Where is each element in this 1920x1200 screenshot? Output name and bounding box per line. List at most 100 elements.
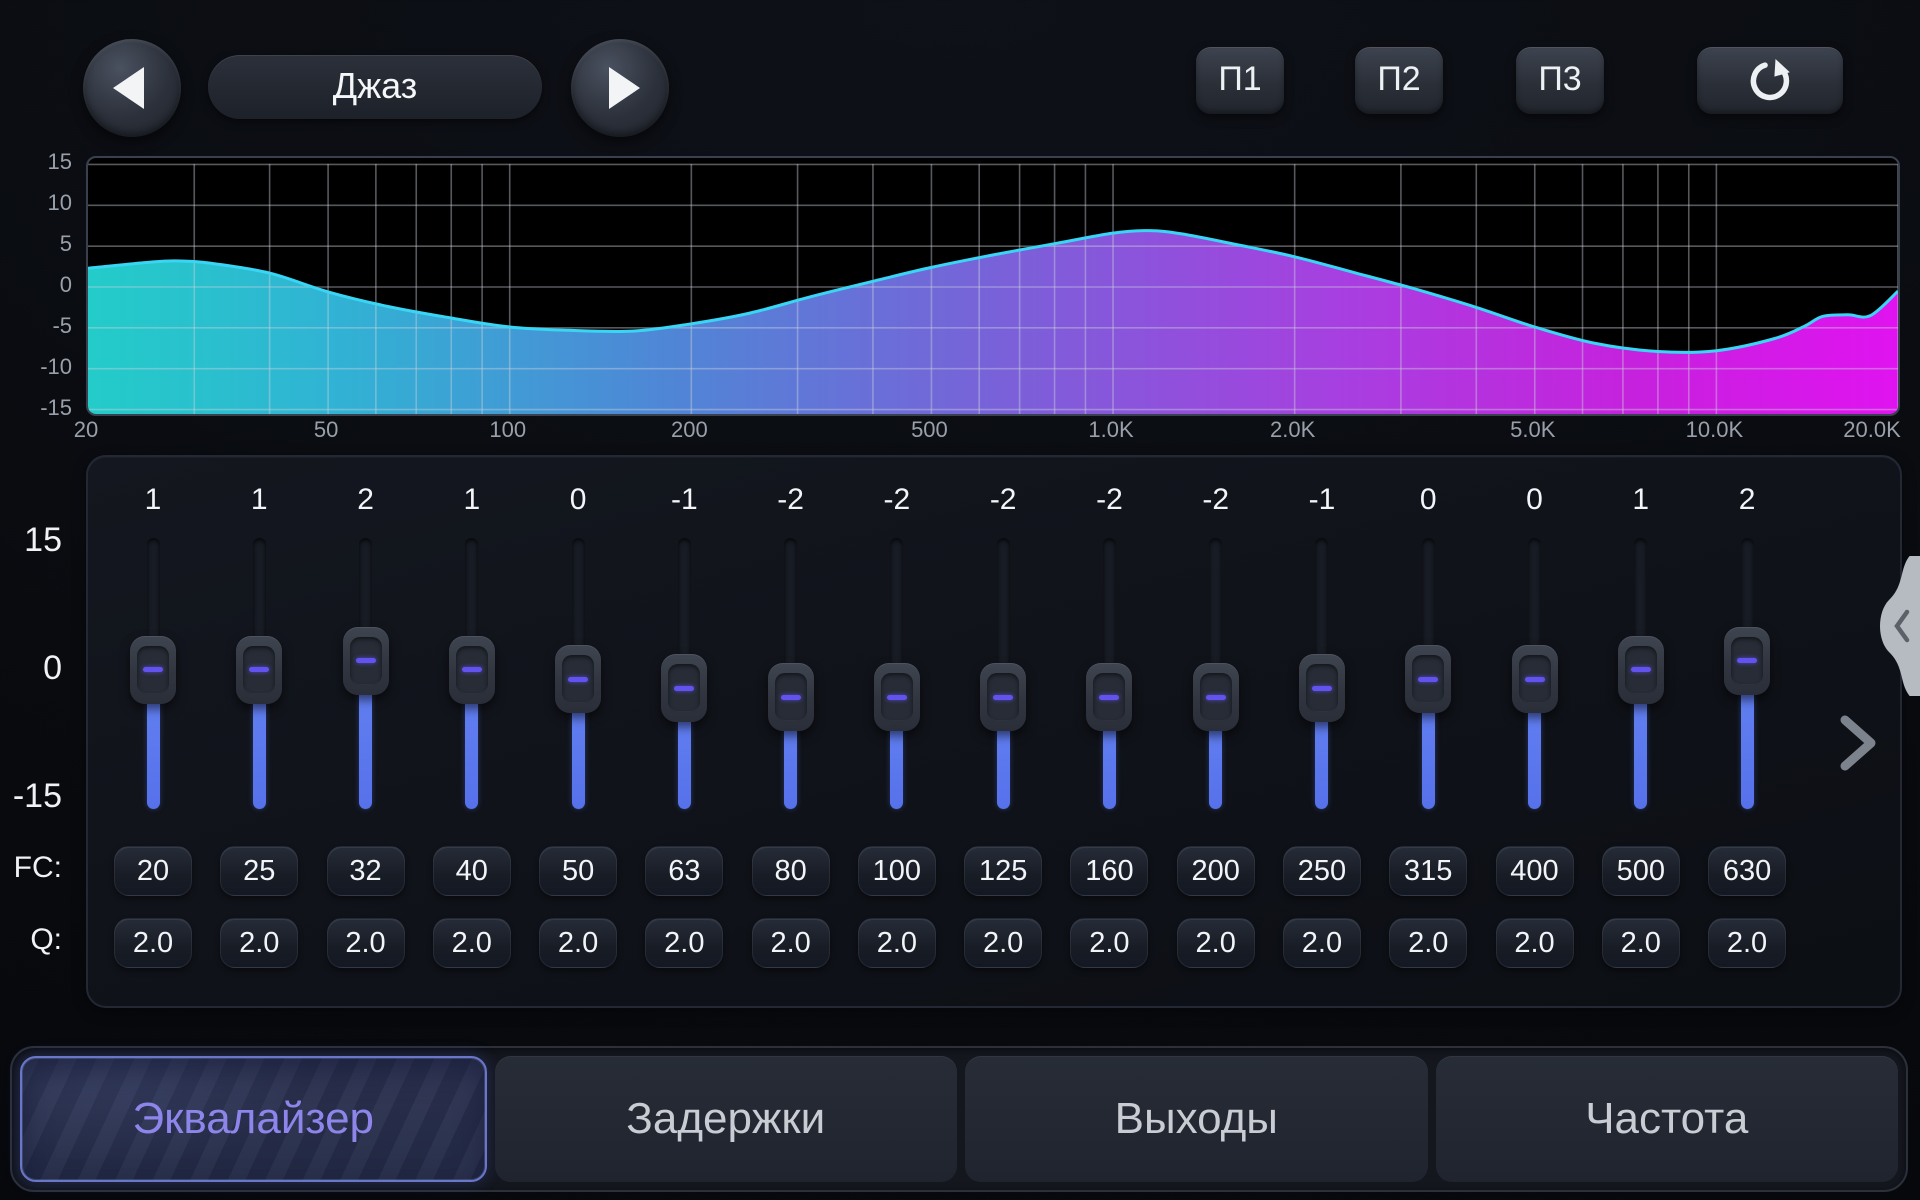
band-fc-chip[interactable]: 32 bbox=[327, 846, 405, 896]
band-slider-handle[interactable] bbox=[1405, 645, 1451, 713]
tab-delays[interactable]: Задержки bbox=[495, 1056, 958, 1182]
band-fc-chip[interactable]: 630 bbox=[1708, 846, 1786, 896]
graph-x-tick-label: 500 bbox=[869, 417, 989, 443]
band-q-chip[interactable]: 2.0 bbox=[327, 918, 405, 968]
preset-next-button[interactable] bbox=[571, 39, 669, 137]
band-slider-handle-inner bbox=[1731, 637, 1763, 685]
band-slider-handle-inner bbox=[456, 646, 488, 694]
tab-equalizer[interactable]: Эквалайзер bbox=[20, 1056, 487, 1182]
band-slider-handle-dash-icon bbox=[1206, 695, 1226, 700]
band-slider-handle-dash-icon bbox=[1099, 695, 1119, 700]
arrow-left-icon bbox=[113, 67, 144, 109]
eq-curve-chart bbox=[88, 158, 1898, 414]
memory-button-p3[interactable]: П3 bbox=[1516, 47, 1604, 114]
slider-scale-max: 15 bbox=[0, 521, 62, 560]
reset-button[interactable] bbox=[1697, 47, 1843, 114]
band-q-chip[interactable]: 2.0 bbox=[752, 918, 830, 968]
band-slider-handle-inner bbox=[1625, 646, 1657, 694]
band-fc-chip[interactable]: 100 bbox=[858, 846, 936, 896]
preset-prev-button[interactable] bbox=[83, 39, 181, 137]
band-q-chip[interactable]: 2.0 bbox=[433, 918, 511, 968]
band-slider-handle-dash-icon bbox=[1525, 677, 1545, 682]
band-fc-chip[interactable]: 50 bbox=[539, 846, 617, 896]
band-slider-handle[interactable] bbox=[449, 636, 495, 704]
band-q-chip[interactable]: 2.0 bbox=[964, 918, 1042, 968]
band-slider-handle[interactable] bbox=[1724, 627, 1770, 695]
band-fc-chip[interactable]: 63 bbox=[645, 846, 723, 896]
eq-band: 1 500 2.0 bbox=[1593, 457, 1689, 1006]
band-slider-handle[interactable] bbox=[874, 663, 920, 731]
band-gain-value: 0 bbox=[1380, 483, 1476, 517]
band-fc-chip[interactable]: 20 bbox=[114, 846, 192, 896]
band-slider-handle-dash-icon bbox=[781, 695, 801, 700]
band-fc-chip[interactable]: 160 bbox=[1070, 846, 1148, 896]
band-slider-handle-inner bbox=[1412, 655, 1444, 703]
band-slider-handle[interactable] bbox=[1086, 663, 1132, 731]
graph-y-tick-label: -10 bbox=[8, 354, 72, 380]
next-bands-page-button[interactable] bbox=[1828, 710, 1886, 776]
band-slider-handle-dash-icon bbox=[1418, 677, 1438, 682]
band-fc-chip[interactable]: 25 bbox=[220, 846, 298, 896]
tab-frequency[interactable]: Частота bbox=[1436, 1056, 1899, 1182]
memory-button-p1[interactable]: П1 bbox=[1196, 47, 1284, 114]
band-q-chip[interactable]: 2.0 bbox=[1389, 918, 1467, 968]
band-slider-handle-dash-icon bbox=[1737, 658, 1757, 663]
band-fc-chip[interactable]: 315 bbox=[1389, 846, 1467, 896]
eq-band: -1 250 2.0 bbox=[1274, 457, 1370, 1006]
memory-button-p2[interactable]: П2 bbox=[1355, 47, 1443, 114]
band-slider-handle[interactable] bbox=[555, 645, 601, 713]
band-slider-handle-inner bbox=[243, 646, 275, 694]
band-q-chip[interactable]: 2.0 bbox=[1602, 918, 1680, 968]
band-slider-handle[interactable] bbox=[130, 636, 176, 704]
graph-x-tick-label: 200 bbox=[629, 417, 749, 443]
band-slider-handle[interactable] bbox=[1193, 663, 1239, 731]
band-fc-chip[interactable]: 40 bbox=[433, 846, 511, 896]
band-slider-handle[interactable] bbox=[343, 627, 389, 695]
band-q-chip[interactable]: 2.0 bbox=[539, 918, 617, 968]
band-gain-value: -1 bbox=[636, 483, 732, 517]
band-slider-handle-inner bbox=[137, 646, 169, 694]
band-fc-chip[interactable]: 500 bbox=[1602, 846, 1680, 896]
band-fc-chip[interactable]: 250 bbox=[1283, 846, 1361, 896]
band-slider-handle-inner bbox=[1519, 655, 1551, 703]
band-fc-chip[interactable]: 400 bbox=[1496, 846, 1574, 896]
graph-x-tick-label: 50 bbox=[266, 417, 386, 443]
band-slider-handle[interactable] bbox=[980, 663, 1026, 731]
band-fc-chip[interactable]: 80 bbox=[752, 846, 830, 896]
band-slider-handle[interactable] bbox=[661, 654, 707, 722]
band-fc-chip[interactable]: 200 bbox=[1177, 846, 1255, 896]
band-slider-handle-inner bbox=[668, 664, 700, 712]
band-slider-handle[interactable] bbox=[1512, 645, 1558, 713]
band-q-chip[interactable]: 2.0 bbox=[220, 918, 298, 968]
band-q-chip[interactable]: 2.0 bbox=[1708, 918, 1786, 968]
band-q-chip[interactable]: 2.0 bbox=[114, 918, 192, 968]
band-q-chip[interactable]: 2.0 bbox=[1070, 918, 1148, 968]
band-fc-chip[interactable]: 125 bbox=[964, 846, 1042, 896]
graph-x-tick-label: 20.0K bbox=[1812, 417, 1920, 443]
eq-band: -2 80 2.0 bbox=[743, 457, 839, 1006]
graph-y-tick-label: 0 bbox=[8, 272, 72, 298]
arrow-right-icon bbox=[609, 67, 640, 109]
band-slider-handle-dash-icon bbox=[143, 667, 163, 672]
graph-x-tick-label: 10.0K bbox=[1654, 417, 1774, 443]
band-slider-handle[interactable] bbox=[236, 636, 282, 704]
band-slider-handle-dash-icon bbox=[993, 695, 1013, 700]
band-q-chip[interactable]: 2.0 bbox=[858, 918, 936, 968]
band-gain-value: 2 bbox=[1699, 483, 1795, 517]
bottom-tab-bar: ЭквалайзерЗадержкиВыходыЧастота bbox=[10, 1046, 1908, 1192]
band-q-chip[interactable]: 2.0 bbox=[1177, 918, 1255, 968]
band-slider-handle-inner bbox=[987, 673, 1019, 721]
band-slider-handle[interactable] bbox=[1299, 654, 1345, 722]
preset-selector[interactable]: Джаз bbox=[208, 55, 542, 119]
band-slider-handle[interactable] bbox=[768, 663, 814, 731]
band-q-chip[interactable]: 2.0 bbox=[645, 918, 723, 968]
graph-y-tick-label: -5 bbox=[8, 313, 72, 339]
equalizer-panel: 1 20 2.0 1 25 2.0 2 32 2. bbox=[86, 455, 1902, 1008]
band-slider-handle-inner bbox=[881, 673, 913, 721]
band-slider-handle[interactable] bbox=[1618, 636, 1664, 704]
side-drawer-handle[interactable] bbox=[1876, 556, 1920, 696]
tab-outputs[interactable]: Выходы bbox=[965, 1056, 1428, 1182]
band-q-chip[interactable]: 2.0 bbox=[1283, 918, 1361, 968]
band-gain-value: -1 bbox=[1274, 483, 1370, 517]
band-q-chip[interactable]: 2.0 bbox=[1496, 918, 1574, 968]
